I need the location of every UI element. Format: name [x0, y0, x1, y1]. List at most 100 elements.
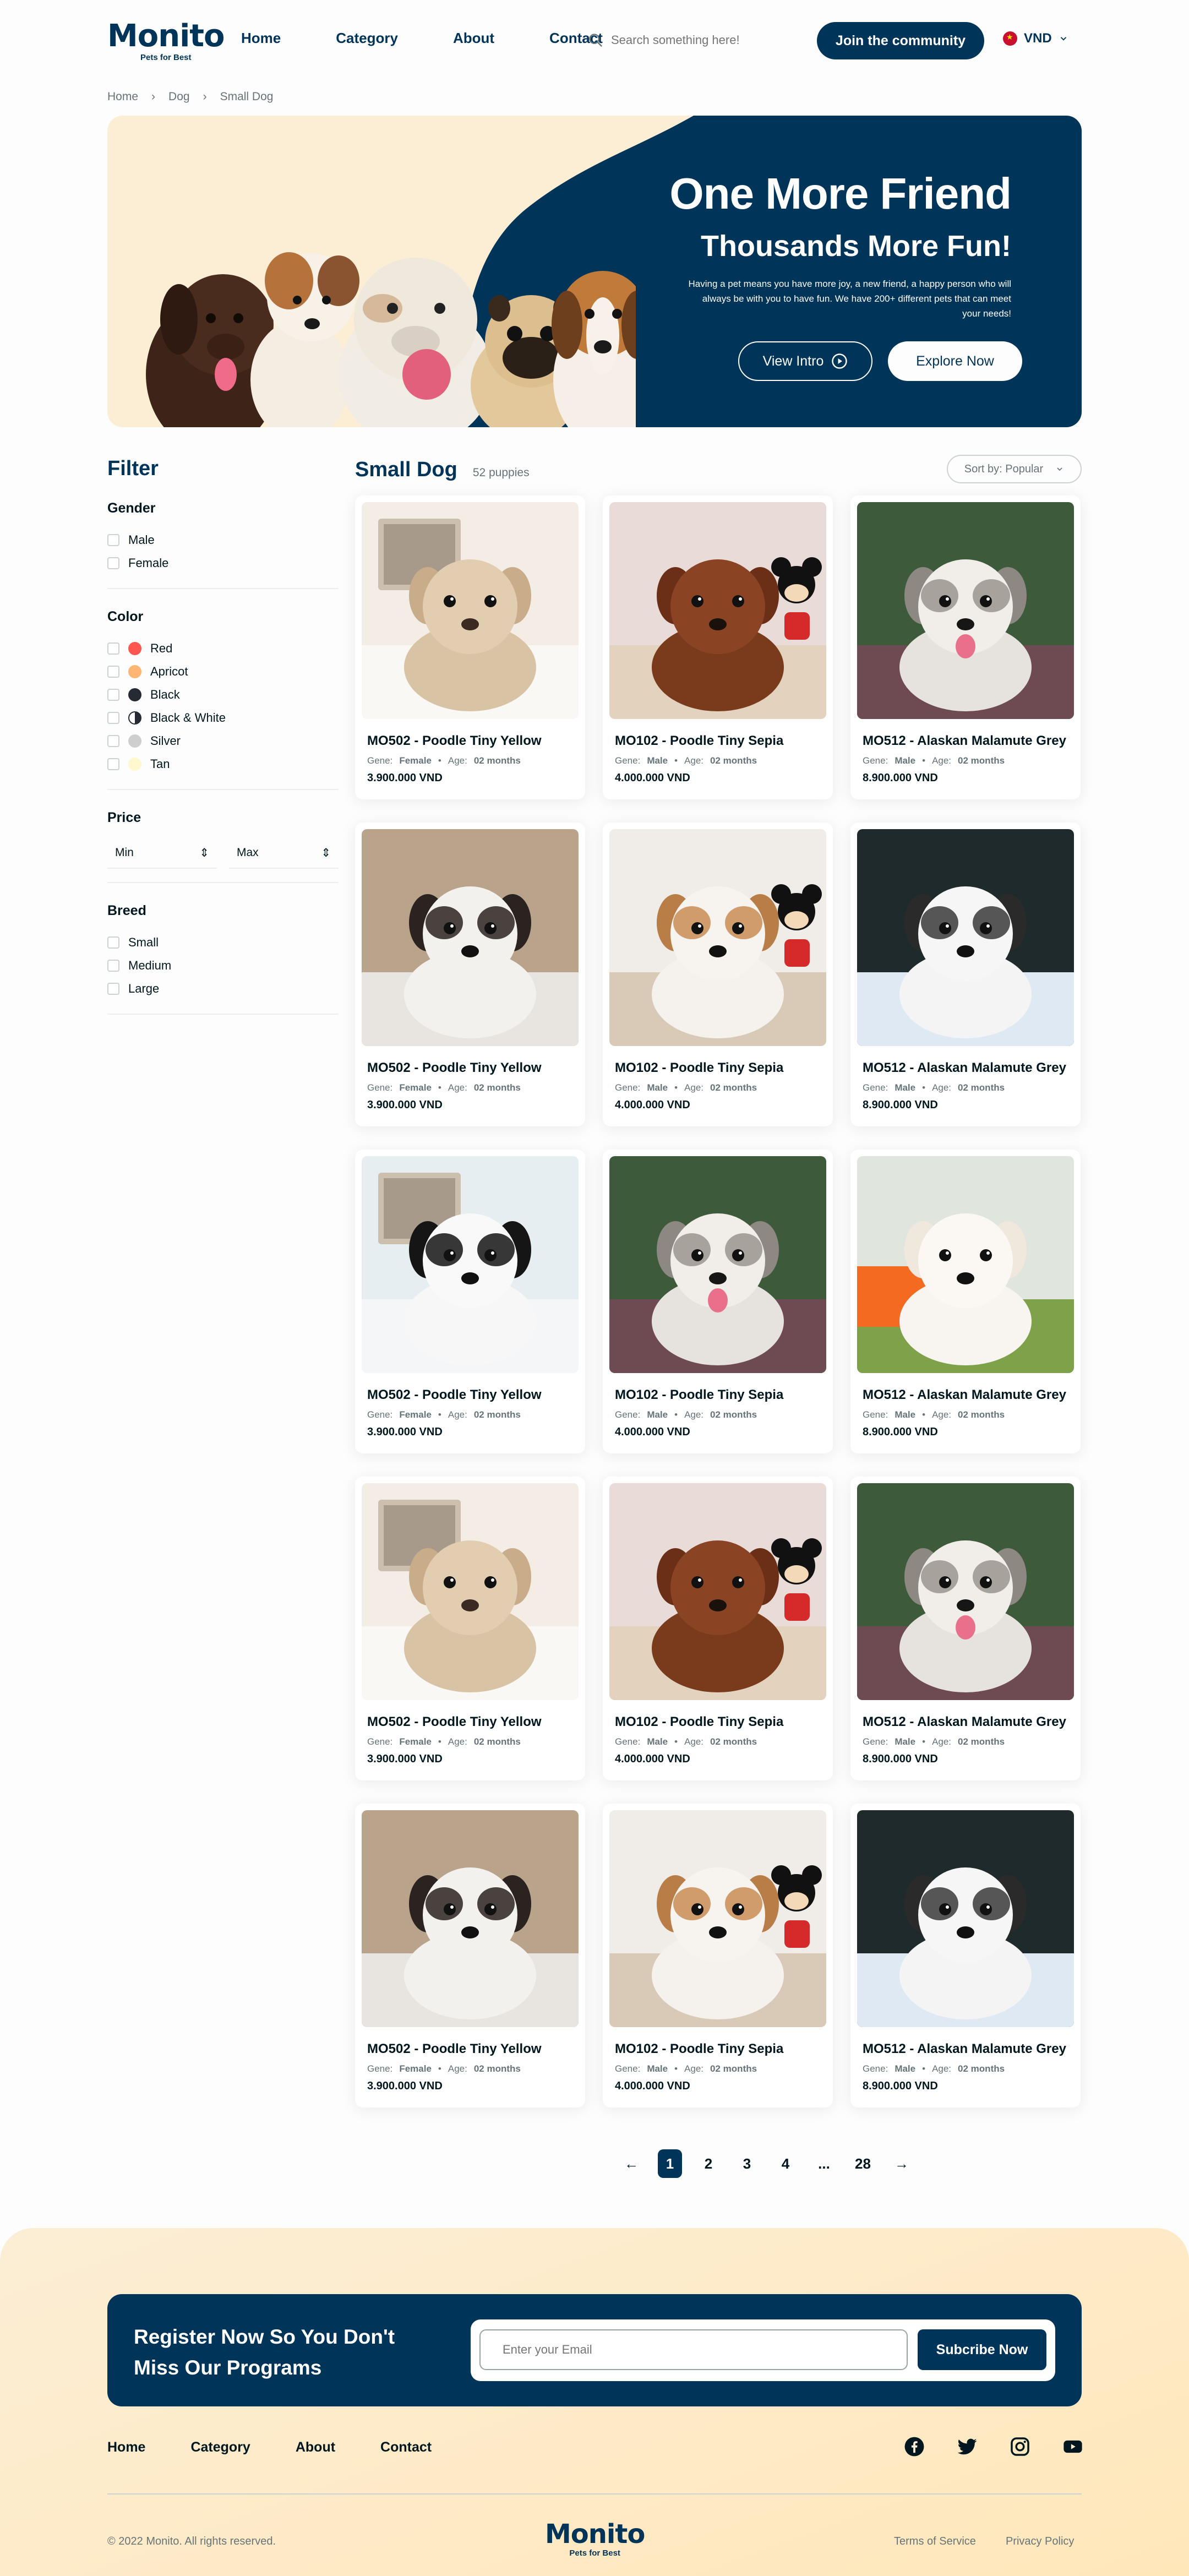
- checkbox[interactable]: [107, 534, 119, 546]
- product-name[interactable]: MO512 - Alaskan Malamute Grey: [863, 1387, 1074, 1403]
- product-photo[interactable]: [362, 1810, 579, 2027]
- checkbox[interactable]: [107, 960, 119, 972]
- product-name[interactable]: MO102 - Poodle Tiny Sepia: [615, 1060, 826, 1076]
- view-intro-button[interactable]: View Intro: [738, 341, 872, 381]
- color-option-black-white[interactable]: Black & White: [107, 706, 339, 729]
- product-photo[interactable]: [362, 1483, 579, 1700]
- product-photo[interactable]: [609, 1156, 826, 1373]
- checkbox[interactable]: [107, 758, 119, 770]
- product-photo[interactable]: [362, 502, 579, 719]
- page-4[interactable]: 4: [773, 2149, 798, 2178]
- facebook-icon[interactable]: [903, 2435, 926, 2458]
- price-min-input[interactable]: Min ⇕: [107, 838, 217, 869]
- product-name[interactable]: MO502 - Poodle Tiny Yellow: [367, 733, 579, 749]
- product-photo[interactable]: [362, 1156, 579, 1373]
- checkbox[interactable]: [107, 936, 119, 949]
- product-name[interactable]: MO512 - Alaskan Malamute Grey: [863, 1060, 1074, 1076]
- product-photo[interactable]: [857, 1156, 1074, 1373]
- page-2[interactable]: 2: [696, 2149, 721, 2178]
- product-name[interactable]: MO502 - Poodle Tiny Yellow: [367, 1060, 579, 1076]
- explore-now-button[interactable]: Explore Now: [888, 341, 1022, 381]
- footer-nav-home[interactable]: Home: [107, 2439, 145, 2455]
- checkbox[interactable]: [107, 712, 119, 724]
- checkbox[interactable]: [107, 735, 119, 747]
- product-card[interactable]: MO502 - Poodle Tiny Yellow Gene: Female •…: [355, 495, 585, 799]
- breed-option-small[interactable]: Small: [107, 931, 339, 954]
- nav-category[interactable]: Category: [336, 30, 398, 47]
- product-photo[interactable]: [609, 1483, 826, 1700]
- footer-nav-contact[interactable]: Contact: [380, 2439, 432, 2455]
- product-card[interactable]: MO512 - Alaskan Malamute Grey Gene: Male …: [850, 823, 1081, 1126]
- page-28[interactable]: 28: [850, 2149, 875, 2178]
- product-card[interactable]: MO102 - Poodle Tiny Sepia Gene: Male • Ag…: [603, 1804, 833, 2107]
- gender-option-female[interactable]: Female: [107, 552, 339, 575]
- product-card[interactable]: MO502 - Poodle Tiny Yellow Gene: Female •…: [355, 823, 585, 1126]
- sort-dropdown[interactable]: Sort by: Popular: [947, 455, 1082, 483]
- product-card[interactable]: MO102 - Poodle Tiny Sepia Gene: Male • Ag…: [603, 823, 833, 1126]
- product-photo[interactable]: [609, 1810, 826, 2027]
- product-name[interactable]: MO102 - Poodle Tiny Sepia: [615, 1714, 826, 1730]
- product-card[interactable]: MO512 - Alaskan Malamute Grey Gene: Male …: [850, 1477, 1081, 1780]
- product-card[interactable]: MO512 - Alaskan Malamute Grey Gene: Male …: [850, 1804, 1081, 2107]
- subscribe-button[interactable]: Subcribe Now: [918, 2329, 1046, 2370]
- product-card[interactable]: MO512 - Alaskan Malamute Grey Gene: Male …: [850, 1150, 1081, 1453]
- email-field[interactable]: [479, 2329, 908, 2370]
- breadcrumb-dog[interactable]: Dog: [168, 90, 190, 104]
- color-option-red[interactable]: Red: [107, 637, 339, 660]
- color-option-silver[interactable]: Silver: [107, 729, 339, 753]
- product-photo[interactable]: [857, 1810, 1074, 2027]
- checkbox[interactable]: [107, 557, 119, 569]
- color-option-tan[interactable]: Tan: [107, 753, 339, 776]
- product-card[interactable]: MO502 - Poodle Tiny Yellow Gene: Female •…: [355, 1150, 585, 1453]
- checkbox[interactable]: [107, 689, 119, 701]
- color-option-black[interactable]: Black: [107, 683, 339, 706]
- product-photo[interactable]: [362, 829, 579, 1046]
- next-page-arrow-icon[interactable]: →: [890, 2149, 914, 2178]
- page-1[interactable]: 1: [658, 2149, 682, 2178]
- page-3[interactable]: 3: [735, 2149, 759, 2178]
- price-max-input[interactable]: Max ⇕: [229, 838, 339, 869]
- prev-page-arrow-icon[interactable]: ←: [619, 2149, 643, 2178]
- product-name[interactable]: MO502 - Poodle Tiny Yellow: [367, 1714, 579, 1730]
- checkbox[interactable]: [107, 983, 119, 995]
- product-name[interactable]: MO512 - Alaskan Malamute Grey: [863, 1714, 1074, 1730]
- product-name[interactable]: MO512 - Alaskan Malamute Grey: [863, 733, 1074, 749]
- product-card[interactable]: MO502 - Poodle Tiny Yellow Gene: Female •…: [355, 1804, 585, 2107]
- product-name[interactable]: MO102 - Poodle Tiny Sepia: [615, 2041, 826, 2057]
- terms-link[interactable]: Terms of Service: [894, 2535, 976, 2548]
- product-card[interactable]: MO102 - Poodle Tiny Sepia Gene: Male • Ag…: [603, 1150, 833, 1453]
- breed-option-large[interactable]: Large: [107, 977, 339, 1000]
- breadcrumb-home[interactable]: Home: [107, 90, 138, 104]
- product-photo[interactable]: [609, 829, 826, 1046]
- search-input[interactable]: [611, 33, 754, 47]
- checkbox[interactable]: [107, 642, 119, 655]
- product-photo[interactable]: [857, 1483, 1074, 1700]
- product-card[interactable]: MO102 - Poodle Tiny Sepia Gene: Male • Ag…: [603, 495, 833, 799]
- currency-select[interactable]: VND: [1003, 31, 1068, 46]
- nav-home[interactable]: Home: [241, 30, 281, 47]
- twitter-icon[interactable]: [956, 2435, 979, 2458]
- checkbox[interactable]: [107, 666, 119, 678]
- product-card[interactable]: MO502 - Poodle Tiny Yellow Gene: Female •…: [355, 1477, 585, 1780]
- product-card[interactable]: MO512 - Alaskan Malamute Grey Gene: Male …: [850, 495, 1081, 799]
- footer-logo[interactable]: Monito Pets for Best: [545, 2521, 645, 2558]
- instagram-icon[interactable]: [1008, 2435, 1032, 2458]
- join-community-button[interactable]: Join the community: [817, 22, 984, 59]
- nav-about[interactable]: About: [453, 30, 494, 47]
- product-photo[interactable]: [857, 829, 1074, 1046]
- product-name[interactable]: MO512 - Alaskan Malamute Grey: [863, 2041, 1074, 2057]
- privacy-link[interactable]: Privacy Policy: [1006, 2535, 1074, 2548]
- product-name[interactable]: MO102 - Poodle Tiny Sepia: [615, 733, 826, 749]
- product-photo[interactable]: [857, 502, 1074, 719]
- gender-option-male[interactable]: Male: [107, 529, 339, 552]
- breed-option-medium[interactable]: Medium: [107, 954, 339, 977]
- product-name[interactable]: MO502 - Poodle Tiny Yellow: [367, 1387, 579, 1403]
- footer-nav-about[interactable]: About: [296, 2439, 335, 2455]
- product-name[interactable]: MO102 - Poodle Tiny Sepia: [615, 1387, 826, 1403]
- product-photo[interactable]: [609, 502, 826, 719]
- logo[interactable]: Monito Pets for Best: [107, 21, 225, 63]
- product-name[interactable]: MO502 - Poodle Tiny Yellow: [367, 2041, 579, 2057]
- product-card[interactable]: MO102 - Poodle Tiny Sepia Gene: Male • Ag…: [603, 1477, 833, 1780]
- youtube-icon[interactable]: [1061, 2435, 1084, 2458]
- footer-nav-category[interactable]: Category: [190, 2439, 250, 2455]
